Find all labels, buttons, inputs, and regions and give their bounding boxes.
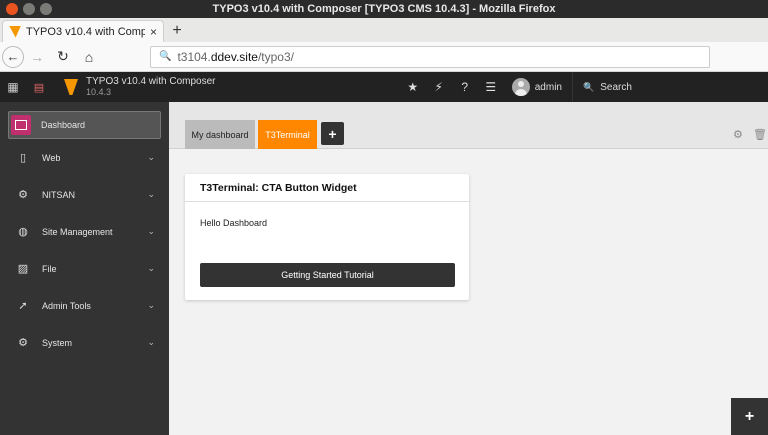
sidebar-item-label: Site Management (42, 226, 113, 237)
gear-icon: ⚙ (18, 337, 28, 349)
image-icon: ▨ (17, 263, 29, 275)
browser-navbar: ← → ↻ ⌂ 🔍 t3104.ddev.site/typo3/ (0, 42, 768, 72)
dashboard-header: My dashboard T3Terminal + ⚙ 🗑 (169, 102, 768, 150)
browser-tab[interactable]: TYPO3 v10.4 with Compo × (2, 20, 164, 42)
reload-button[interactable]: ↻ (50, 44, 76, 70)
avatar (511, 78, 530, 96)
tab-my-dashboard[interactable]: My dashboard (185, 120, 255, 150)
bookmark-star-icon[interactable]: ★ (400, 72, 426, 102)
system-information-icon[interactable]: ☰ (478, 72, 504, 102)
sidebar-item-web[interactable]: ▯ Web ⌄ (0, 139, 169, 176)
url-host: ddev.site (210, 49, 258, 64)
sidebar-item-label: File (42, 263, 57, 274)
search-icon: 🔍 (583, 81, 595, 92)
sidebar-toggle-icon[interactable]: ▤ (26, 72, 52, 102)
widget-title: T3Terminal: CTA Button Widget (185, 174, 469, 202)
typo3-logo-icon[interactable] (64, 79, 78, 95)
window-close-button[interactable] (6, 3, 18, 15)
window-minimize-button[interactable] (23, 3, 35, 15)
window-maximize-button[interactable] (40, 3, 52, 15)
home-button[interactable]: ⌂ (76, 44, 102, 70)
window-title: TYPO3 v10.4 with Composer [TYPO3 CMS 10.… (212, 3, 556, 15)
username: admin (534, 81, 562, 93)
back-button[interactable]: ← (2, 45, 24, 68)
trash-icon[interactable]: 🗑 (753, 128, 767, 141)
sidebar-item-label: Admin Tools (42, 300, 91, 311)
gear-icon[interactable]: ⚙ (733, 128, 743, 141)
sidebar-item-dashboard[interactable]: Dashboard (8, 111, 161, 139)
tab-t3terminal[interactable]: T3Terminal (258, 120, 317, 150)
sidebar-item-admin-tools[interactable]: ➚ Admin Tools ⌄ (0, 287, 169, 324)
sidebar-item-label: Web (42, 152, 61, 163)
globe-icon: ◍ (18, 226, 28, 238)
live-search[interactable]: 🔍 Search (572, 72, 768, 102)
browser-tabstrip: TYPO3 v10.4 with Compo × + (0, 18, 768, 42)
sidebar-item-nitsan[interactable]: ⚙ NITSAN ⌄ (0, 176, 169, 213)
flash-cache-icon[interactable]: ⚡ (426, 72, 452, 102)
rocket-icon: ➚ (18, 300, 28, 312)
sidebar-item-label: System (42, 337, 73, 348)
typo3-favicon-icon (9, 25, 21, 38)
window-controls (6, 3, 52, 15)
chevron-down-icon: ⌄ (147, 263, 155, 273)
close-tab-icon[interactable]: × (150, 25, 157, 39)
sidebar-item-label: Dashboard (41, 120, 86, 130)
search-icon: 🔍 (159, 51, 172, 62)
sidebar-item-site-management[interactable]: ◍ Site Management ⌄ (0, 213, 169, 250)
sidebar-item-file[interactable]: ▨ File ⌄ (0, 250, 169, 287)
new-tab-button[interactable]: + (166, 20, 188, 42)
getting-started-button[interactable]: Getting Started Tutorial (200, 263, 455, 287)
chevron-down-icon: ⌄ (147, 300, 155, 310)
help-icon[interactable]: ? (452, 72, 478, 102)
gear-icon: ⚙ (18, 189, 28, 201)
typo3-topbar: ▦ ▤ TYPO3 v10.4 with Composer 10.4.3 ★ ⚡… (0, 72, 768, 102)
add-dashboard-button[interactable]: + (321, 122, 344, 145)
search-label: Search (600, 81, 632, 93)
user-menu[interactable]: admin (504, 72, 572, 102)
site-version: 10.4.3 (86, 87, 112, 97)
browser-tab-title: TYPO3 v10.4 with Compo (26, 25, 145, 38)
chevron-down-icon: ⌄ (147, 337, 155, 347)
url-bar[interactable]: 🔍 t3104.ddev.site/typo3/ (150, 45, 710, 68)
chevron-down-icon: ⌄ (147, 152, 155, 162)
site-name: TYPO3 v10.4 with Composer (86, 76, 216, 87)
site-info: TYPO3 v10.4 with Composer 10.4.3 (86, 76, 216, 98)
widget-text: Hello Dashboard (200, 218, 268, 228)
forward-button[interactable]: → (24, 44, 50, 70)
dashboard-content: T3Terminal: CTA Button Widget Hello Dash… (169, 149, 768, 435)
module-menu-grid-icon[interactable]: ▦ (0, 72, 26, 102)
url-text: t3104.ddev.site/typo3/ (177, 50, 294, 64)
dashboard-icon (11, 115, 31, 135)
chevron-down-icon: ⌄ (147, 226, 155, 236)
typo3-toolbar: ★ ⚡ ? ☰ admin 🔍 Search (400, 72, 768, 102)
url-prefix: t3104. (177, 49, 211, 64)
sidebar-item-label: NITSAN (42, 189, 76, 200)
url-path: /typo3/ (257, 49, 294, 64)
page-icon: ▯ (19, 152, 27, 164)
sidebar-item-system[interactable]: ⚙ System ⌄ (0, 324, 169, 361)
module-menu-sidebar: Dashboard ▯ Web ⌄ ⚙ NITSAN ⌄ ◍ Site Mana… (0, 102, 169, 435)
os-titlebar: TYPO3 v10.4 with Composer [TYPO3 CMS 10.… (0, 0, 768, 18)
chevron-down-icon: ⌄ (147, 189, 155, 199)
cta-button-widget: T3Terminal: CTA Button Widget Hello Dash… (185, 174, 469, 300)
add-widget-button[interactable]: + (731, 398, 768, 435)
